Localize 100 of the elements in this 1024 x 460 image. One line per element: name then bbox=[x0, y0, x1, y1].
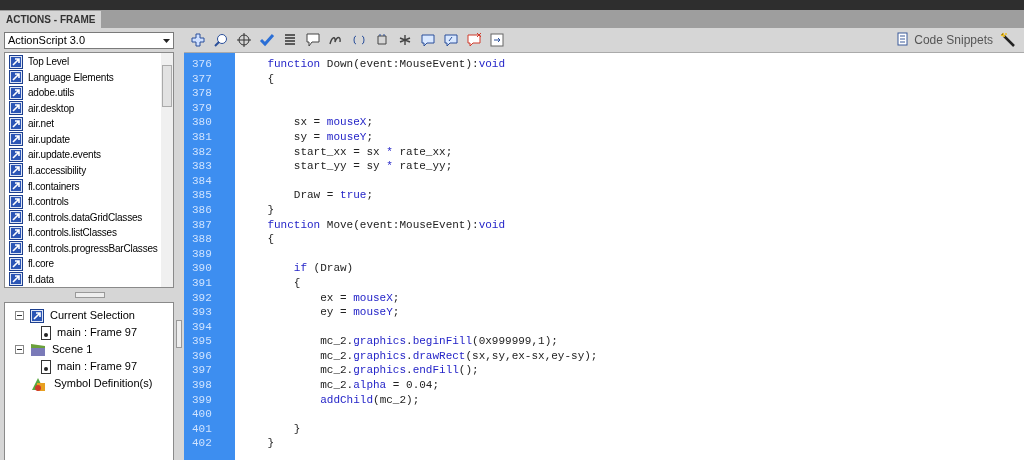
tree-item[interactable]: Current Selection bbox=[50, 307, 135, 324]
uncomment-icon[interactable] bbox=[466, 32, 482, 48]
arrow-icon bbox=[9, 101, 23, 116]
speech-bubble-icon[interactable] bbox=[305, 32, 321, 48]
library-item[interactable]: fl.controls.dataGridClasses bbox=[9, 209, 161, 225]
library-item[interactable]: fl.containers bbox=[9, 178, 161, 194]
splitter-handle[interactable] bbox=[75, 292, 105, 298]
line-number: 399 bbox=[191, 392, 213, 408]
arrow-icon bbox=[9, 116, 23, 131]
code-line: { bbox=[266, 72, 274, 85]
collapse-toggle[interactable] bbox=[15, 311, 24, 320]
library-item[interactable]: fl.accessibility bbox=[9, 162, 161, 179]
tree-item[interactable]: Scene 1 bbox=[52, 341, 93, 358]
code-line: sy = mouseY; bbox=[292, 130, 374, 143]
line-number: 384 bbox=[191, 173, 213, 189]
frame-icon bbox=[41, 325, 51, 340]
line-number: 397 bbox=[191, 363, 213, 379]
line-number: 385 bbox=[191, 188, 213, 203]
code-line: Draw = true; bbox=[292, 189, 374, 202]
panel-tab[interactable]: ACTIONS - FRAME bbox=[0, 11, 102, 28]
library-item[interactable]: Language Elements bbox=[9, 69, 161, 86]
line-number: 376 bbox=[191, 57, 213, 72]
code-line: { bbox=[292, 276, 301, 289]
arrow-icon bbox=[9, 132, 23, 147]
line-number: 387 bbox=[191, 217, 213, 233]
add-icon[interactable] bbox=[190, 32, 206, 48]
arrow-icon bbox=[9, 179, 23, 193]
line-number: 398 bbox=[191, 378, 213, 393]
collapse-handle[interactable] bbox=[176, 320, 182, 348]
library-item[interactable]: air.net bbox=[9, 116, 161, 132]
line-number: 400 bbox=[191, 407, 213, 422]
line-number: 401 bbox=[191, 421, 213, 437]
line-number: 380 bbox=[191, 115, 213, 130]
arrow-icon bbox=[30, 308, 44, 323]
arrow-icon bbox=[9, 163, 23, 178]
library-item[interactable]: fl.data bbox=[9, 271, 161, 287]
library-item[interactable]: fl.controls bbox=[9, 193, 161, 210]
magic-wand-icon[interactable] bbox=[1000, 32, 1016, 48]
code-line: function Move(event:MouseEvent):void bbox=[266, 218, 506, 231]
line-number: 392 bbox=[191, 290, 213, 306]
line-number: 391 bbox=[191, 275, 213, 291]
library-item[interactable]: air.update bbox=[9, 131, 161, 148]
line-number: 393 bbox=[191, 305, 213, 320]
comment-icon[interactable] bbox=[420, 32, 436, 48]
code-line: addChild(mc_2); bbox=[319, 393, 420, 406]
library-item[interactable]: Top Level bbox=[9, 54, 161, 70]
code-line: } bbox=[266, 203, 274, 216]
code-line: mc_2.graphics.endFill(); bbox=[319, 364, 479, 377]
line-number: 388 bbox=[191, 232, 213, 247]
library-item[interactable]: air.update.events bbox=[9, 147, 161, 163]
code-line: ex = mouseX; bbox=[319, 291, 400, 304]
arrow-icon bbox=[9, 225, 23, 240]
brackets-icon[interactable] bbox=[374, 32, 390, 48]
line-number: 402 bbox=[191, 436, 213, 452]
line-number: 379 bbox=[191, 100, 213, 116]
line-number: 383 bbox=[191, 159, 213, 174]
search-icon[interactable] bbox=[213, 32, 229, 48]
line-number: 396 bbox=[191, 348, 213, 364]
tree-item[interactable]: main : Frame 97 bbox=[57, 324, 138, 341]
code-line: ey = mouseY; bbox=[319, 306, 400, 319]
code-line: mc_2.alpha = 0.04; bbox=[319, 379, 440, 392]
line-number: 378 bbox=[191, 86, 213, 101]
code-line: } bbox=[266, 437, 274, 450]
tree-item[interactable]: main : Frame 97 bbox=[57, 358, 138, 375]
arrow-icon bbox=[9, 194, 23, 209]
tree-item[interactable]: Symbol Definition(s) bbox=[54, 375, 153, 392]
collapse-toggle[interactable] bbox=[15, 345, 24, 354]
scrollbar[interactable] bbox=[161, 53, 173, 287]
document-icon bbox=[894, 32, 909, 48]
library-item[interactable]: fl.core bbox=[9, 255, 161, 272]
code-line: start_xx = sx * rate_xx; bbox=[292, 145, 453, 158]
code-line: { bbox=[266, 233, 274, 246]
code-snippets-button[interactable]: Code Snippets bbox=[894, 31, 993, 49]
line-number: 394 bbox=[191, 319, 213, 335]
library-item[interactable]: fl.controls.listClasses bbox=[9, 224, 161, 241]
code-line: mc_2.graphics.beginFill(0x999999,1); bbox=[319, 335, 558, 348]
arrow-icon bbox=[9, 85, 23, 100]
language-dropdown[interactable]: ActionScript 3.0 bbox=[4, 32, 174, 49]
line-number: 390 bbox=[191, 261, 213, 276]
checkmark-icon[interactable] bbox=[259, 32, 275, 48]
arrow-icon bbox=[9, 147, 23, 162]
frame-icon bbox=[41, 359, 51, 374]
code-line: } bbox=[292, 422, 301, 435]
arrow-icon bbox=[9, 210, 23, 225]
collapse-icon[interactable] bbox=[489, 32, 505, 48]
code-line: mc_2.graphics.drawRect(sx,sy,ex-sx,ey-sy); bbox=[319, 349, 598, 362]
line-number: 377 bbox=[191, 71, 213, 87]
code-line: sx = mouseX; bbox=[292, 116, 374, 129]
arrow-icon bbox=[9, 70, 23, 85]
braces-icon[interactable] bbox=[351, 32, 367, 48]
arrow-icon bbox=[9, 256, 23, 271]
library-item[interactable]: air.desktop bbox=[9, 100, 161, 117]
asterisk-icon[interactable] bbox=[397, 32, 413, 48]
library-item[interactable]: fl.controls.progressBarClasses bbox=[9, 240, 161, 256]
target-icon[interactable] bbox=[236, 32, 252, 48]
comment-icon[interactable] bbox=[443, 32, 459, 48]
dropdown-caret-icon bbox=[163, 38, 170, 43]
line-number: 386 bbox=[191, 202, 213, 218]
library-item[interactable]: adobe.utils bbox=[9, 85, 161, 101]
lines-icon[interactable] bbox=[282, 32, 298, 48]
